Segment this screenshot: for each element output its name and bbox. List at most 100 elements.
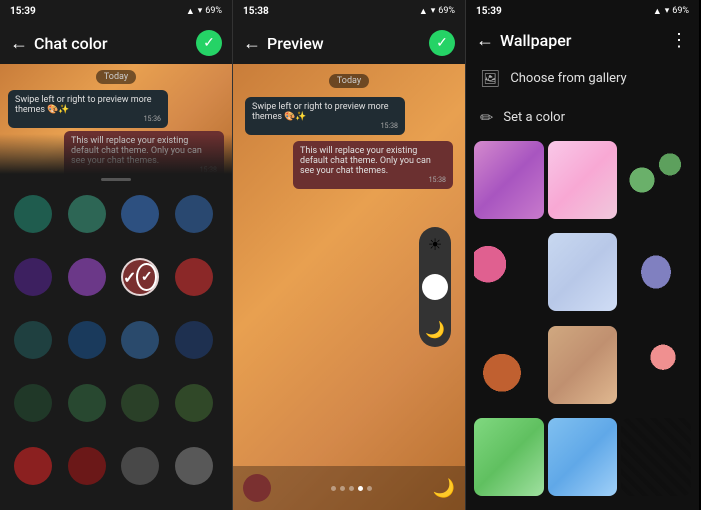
color-label: Set a color: [503, 110, 565, 125]
wallpaper-top-left: ← Wallpaper: [476, 30, 571, 51]
moon-icon: 🌙: [425, 320, 445, 339]
top-bar-1: ← Chat color ✓: [0, 22, 232, 64]
top-bar-2: ← Preview ✓: [233, 22, 465, 64]
bubble-sent-1: This will replace your existing default …: [64, 131, 224, 174]
status-icons-3: ▲ ▾ 69%: [653, 6, 689, 17]
preview-bubble-time-2: 15:38: [300, 176, 446, 184]
check-icon-1: ✓: [203, 35, 215, 51]
status-bar-1: 15:39 ▲ ▾ 69%: [0, 0, 232, 22]
preview-bg: Today Swipe left or right to preview mor…: [233, 64, 465, 510]
battery-2: 69%: [438, 6, 455, 16]
status-time-2: 15:38: [243, 6, 269, 17]
preview-bottom-bar: 🌙: [233, 466, 465, 510]
color-dot-9[interactable]: [14, 321, 52, 359]
color-dot-6[interactable]: [68, 258, 106, 296]
panel1-title: Chat color: [34, 34, 108, 53]
chat-color-panel: 15:39 ▲ ▾ 69% ← Chat color ✓ Today Swipe…: [0, 0, 233, 510]
status-time-3: 15:39: [476, 6, 502, 17]
wifi-icon-1: ▾: [198, 6, 203, 16]
dot-1: [331, 486, 336, 491]
brightness-thumb[interactable]: [422, 274, 448, 300]
wallpaper-thumb-10[interactable]: [474, 418, 544, 496]
color-dot-10[interactable]: [68, 321, 106, 359]
color-swatch-preview[interactable]: [243, 474, 271, 502]
signal-icon-3: ▲: [653, 6, 662, 17]
brightness-slider[interactable]: ☀ 🌙: [419, 227, 451, 347]
wallpaper-thumb-2[interactable]: [548, 141, 618, 219]
signal-icon-2: ▲: [419, 6, 428, 17]
brightness-icon: ☀: [428, 235, 442, 254]
color-dot-2[interactable]: [68, 195, 106, 233]
color-dot-8[interactable]: [175, 258, 213, 296]
wallpaper-thumb-9[interactable]: [621, 326, 691, 404]
preview-bubble-time-1: 15:38: [252, 122, 398, 130]
preview-panel: 15:38 ▲ ▾ 69% ← Preview ✓ Today Swipe le…: [233, 0, 466, 510]
status-icons-2: ▲ ▾ 69%: [419, 6, 455, 17]
color-dot-14[interactable]: [68, 384, 106, 422]
color-dot-12[interactable]: [175, 321, 213, 359]
wallpaper-thumb-6[interactable]: [621, 233, 691, 311]
wallpaper-thumb-8[interactable]: [548, 326, 618, 404]
dark-mode-icon[interactable]: 🌙: [433, 478, 455, 499]
wallpaper-thumb-5[interactable]: [548, 233, 618, 311]
wallpaper-thumb-3[interactable]: [621, 141, 691, 219]
dot-4-active: [358, 486, 363, 491]
color-dot-1[interactable]: [14, 195, 52, 233]
back-button-3[interactable]: ←: [476, 30, 494, 51]
color-dot-17[interactable]: [14, 447, 52, 485]
color-icon: ✏: [480, 108, 493, 127]
wallpaper-thumb-11[interactable]: [548, 418, 618, 496]
confirm-button-2[interactable]: ✓: [429, 30, 455, 56]
status-bar-2: 15:38 ▲ ▾ 69%: [233, 0, 465, 22]
status-time-1: 15:39: [10, 6, 36, 17]
bubble-time-1: 15:36: [15, 115, 161, 123]
color-dot-16[interactable]: [175, 384, 213, 422]
dot-2: [340, 486, 345, 491]
date-badge-1: Today: [96, 70, 136, 84]
color-dot-4[interactable]: [175, 195, 213, 233]
dot-indicator: [271, 486, 433, 491]
preview-bubble-sent: This will replace your existing default …: [293, 141, 453, 189]
gallery-label: Choose from gallery: [510, 71, 626, 86]
more-options-button[interactable]: ⋮: [670, 30, 689, 51]
color-dot-5[interactable]: [14, 258, 52, 296]
wallpaper-thumb-7[interactable]: [474, 326, 544, 404]
bubble-time-2: 15:38: [71, 166, 217, 174]
panel2-title: Preview: [267, 34, 324, 53]
top-bar-left-1: ← Chat color: [10, 33, 108, 54]
gallery-icon: 🖼: [480, 69, 500, 88]
color-dot-20[interactable]: [175, 447, 213, 485]
wifi-icon-2: ▾: [431, 6, 436, 16]
gallery-option[interactable]: 🖼 Choose from gallery: [466, 59, 699, 98]
signal-icon-1: ▲: [186, 6, 195, 17]
panel3-title: Wallpaper: [500, 31, 571, 50]
dot-5: [367, 486, 372, 491]
color-dot-15[interactable]: [121, 384, 159, 422]
color-dot-13[interactable]: [14, 384, 52, 422]
preview-bubble-received: Swipe left or right to preview more them…: [245, 97, 405, 135]
status-icons-1: ▲ ▾ 69%: [186, 6, 222, 17]
check-icon-2: ✓: [436, 35, 448, 51]
date-badge-2: Today: [329, 74, 369, 88]
color-dot-3[interactable]: [121, 195, 159, 233]
chat-preview-1: Today Swipe left or right to preview mor…: [0, 64, 232, 174]
color-dot-18[interactable]: [68, 447, 106, 485]
bubble-received-1: Swipe left or right to preview more them…: [8, 90, 168, 128]
color-dot-19[interactable]: [121, 447, 159, 485]
wallpaper-thumb-12[interactable]: [621, 418, 691, 496]
color-grid: ✓: [0, 185, 232, 510]
color-dot-11[interactable]: [121, 321, 159, 359]
status-bar-3: 15:39 ▲ ▾ 69%: [466, 0, 699, 22]
back-button-1[interactable]: ←: [10, 33, 28, 54]
confirm-button-1[interactable]: ✓: [196, 30, 222, 56]
color-option[interactable]: ✏ Set a color: [466, 98, 699, 137]
wallpaper-thumb-1[interactable]: [474, 141, 544, 219]
top-bar-left-2: ← Preview: [243, 33, 324, 54]
color-dot-7[interactable]: ✓: [121, 258, 159, 296]
battery-1: 69%: [205, 6, 222, 16]
wallpaper-thumb-4[interactable]: [474, 233, 544, 311]
back-button-2[interactable]: ←: [243, 33, 261, 54]
drag-handle-1[interactable]: [101, 178, 131, 181]
wallpaper-panel: 15:39 ▲ ▾ 69% ← Wallpaper ⋮ 🖼 Choose fro…: [466, 0, 699, 510]
wallpaper-grid: [466, 137, 699, 510]
